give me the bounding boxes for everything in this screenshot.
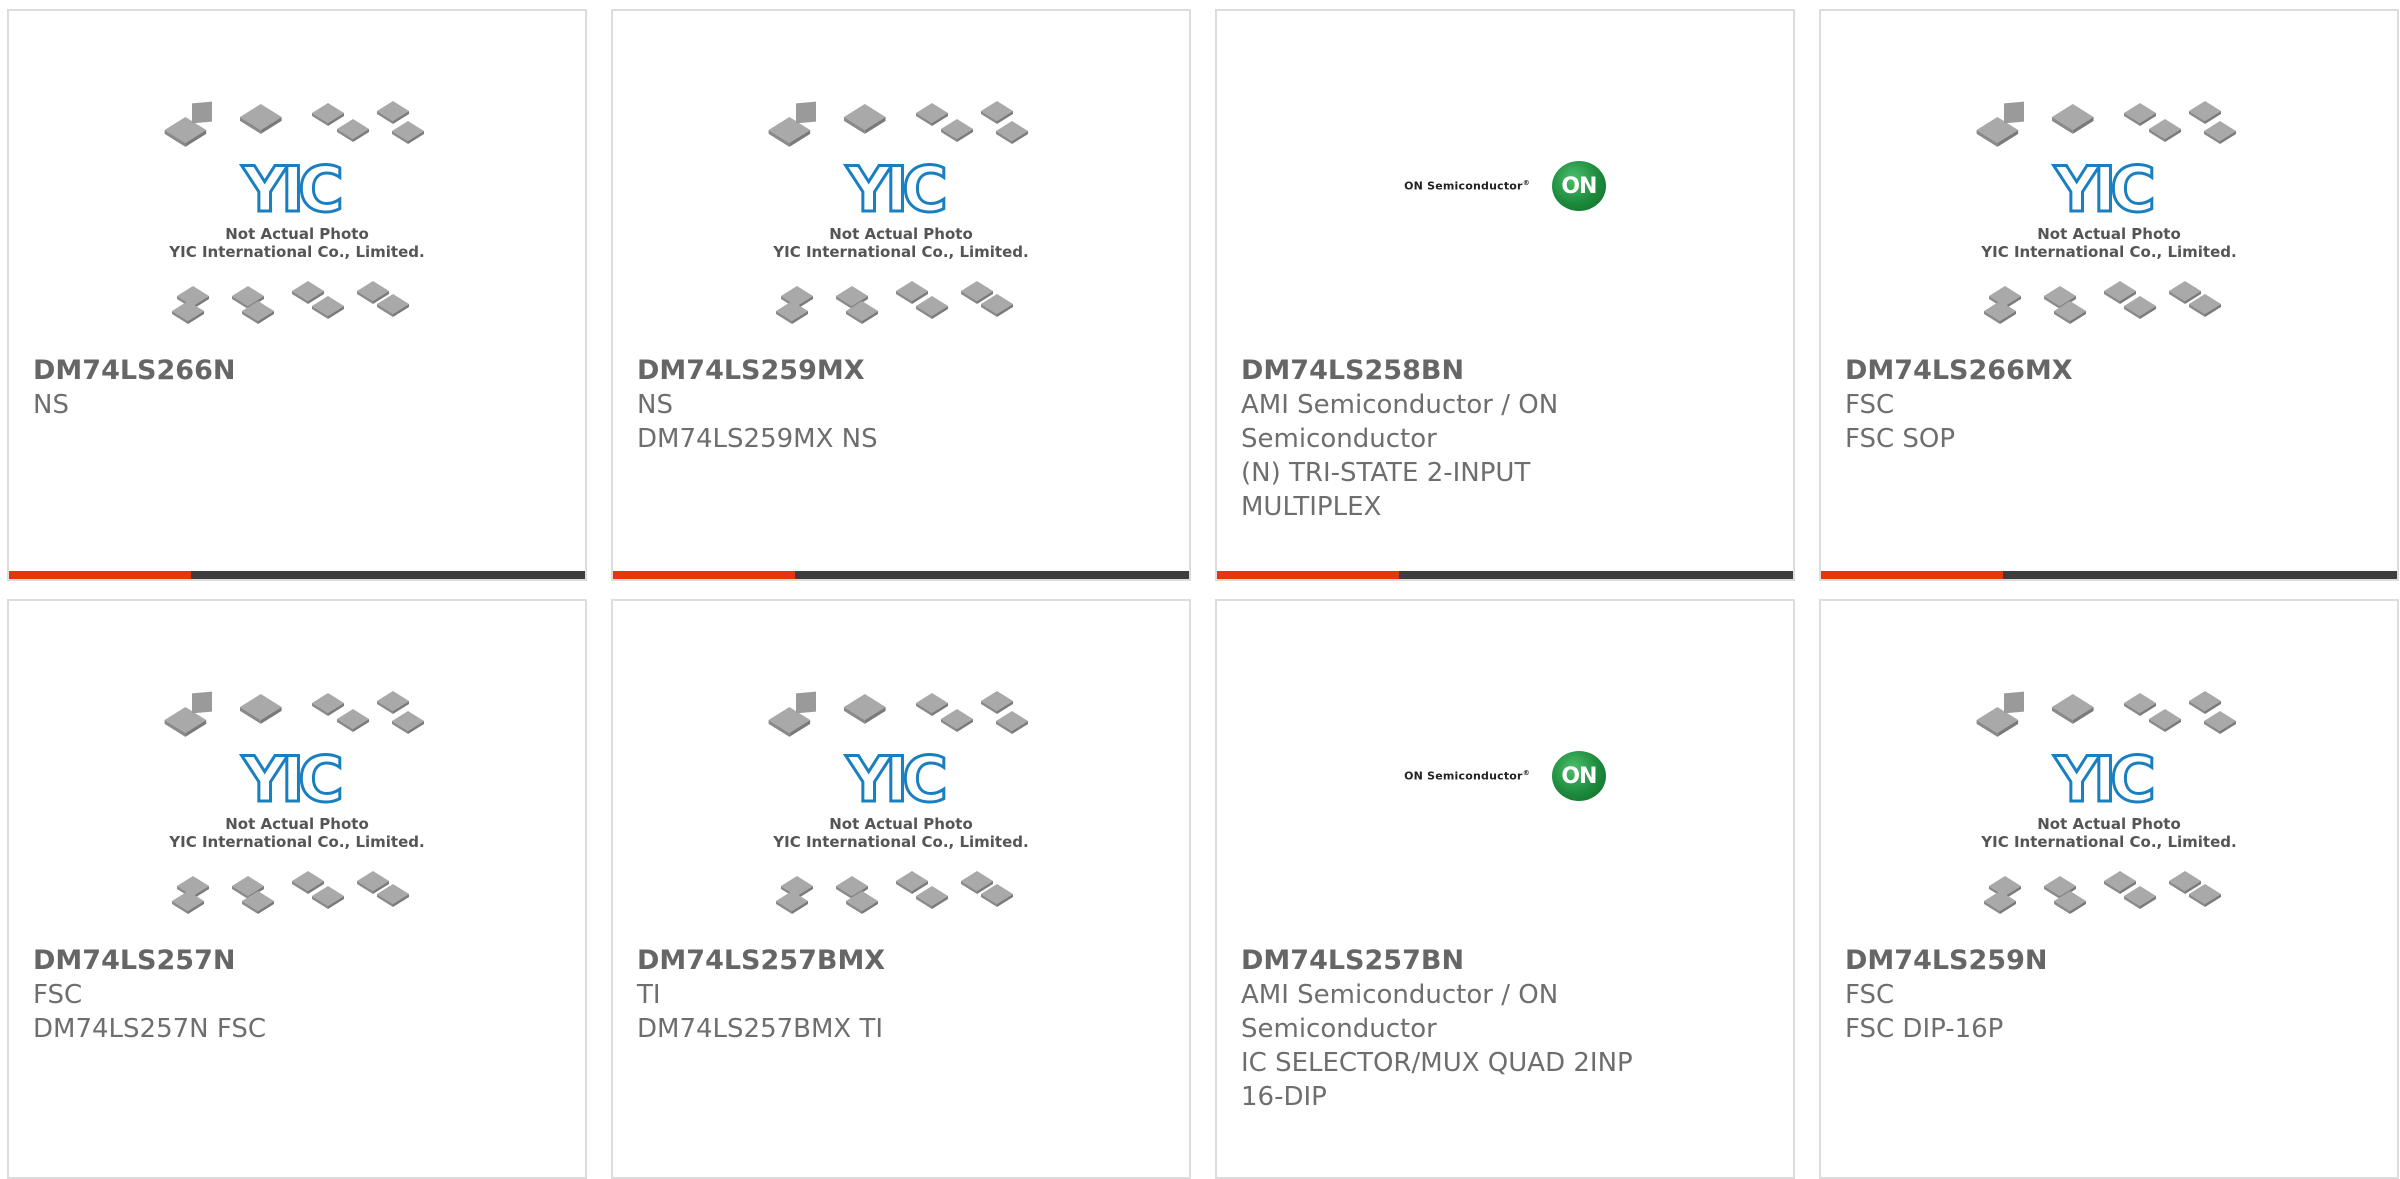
product-card[interactable]: YIC Not Actual Photo YIC International C… bbox=[1819, 599, 2399, 1179]
svg-text:Not Actual Photo: Not Actual Photo bbox=[225, 225, 369, 243]
part-number[interactable]: DM74LS257BN bbox=[1241, 944, 1773, 978]
product-image: YIC Not Actual Photo YIC International C… bbox=[9, 681, 585, 951]
product-info: DM74LS259MX NS DM74LS259MX NS bbox=[637, 354, 1169, 456]
part-number[interactable]: DM74LS257N bbox=[33, 944, 565, 978]
on-badge-icon: ON bbox=[1551, 161, 1606, 211]
svg-text:YIC International Co., Limited: YIC International Co., Limited. bbox=[1980, 243, 2236, 261]
svg-text:Not Actual Photo: Not Actual Photo bbox=[829, 225, 973, 243]
yic-placeholder-image: YIC Not Actual Photo YIC International C… bbox=[164, 691, 425, 914]
manufacturer: NS bbox=[637, 390, 673, 420]
product-card[interactable]: ON Semiconductor® ON DM74LS257BN AMI Sem… bbox=[1215, 599, 1795, 1179]
description: FSC DIP-16P bbox=[1845, 1014, 2004, 1044]
description: FSC SOP bbox=[1845, 424, 1956, 454]
product-card[interactable]: YIC Not Actual Photo YIC International C… bbox=[1819, 9, 2399, 581]
description: DM74LS259MX NS bbox=[637, 424, 878, 454]
manufacturer: FSC bbox=[33, 980, 83, 1010]
card-accent-bar bbox=[1821, 571, 2397, 579]
part-number[interactable]: DM74LS257BMX bbox=[637, 944, 1169, 978]
product-image: YIC Not Actual Photo YIC International C… bbox=[613, 91, 1189, 361]
manufacturer: FSC bbox=[1845, 390, 1895, 420]
product-info: DM74LS257BMX TI DM74LS257BMX TI bbox=[637, 944, 1169, 1046]
product-image: ON Semiconductor® ON bbox=[1217, 91, 1793, 361]
card-accent-bar bbox=[613, 571, 1189, 579]
svg-text:Not Actual Photo: Not Actual Photo bbox=[2037, 225, 2181, 243]
yic-logo-icon: YIC bbox=[2053, 743, 2152, 816]
manufacturer: AMI Semiconductor / ON Semiconductor bbox=[1241, 390, 1559, 454]
description: DM74LS257BMX TI bbox=[637, 1014, 884, 1044]
on-semiconductor-logo: ON Semiconductor® ON bbox=[1404, 161, 1606, 211]
product-card[interactable]: ON Semiconductor® ON DM74LS258BN AMI Sem… bbox=[1215, 9, 1795, 581]
description: (N) TRI-STATE 2-INPUT MULTIPLEX bbox=[1241, 458, 1531, 522]
yic-placeholder-image: YIC Not Actual Photo YIC International C… bbox=[1976, 691, 2237, 914]
product-card[interactable]: YIC Not Actual Photo YIC International C… bbox=[611, 9, 1191, 581]
svg-text:Not Actual Photo: Not Actual Photo bbox=[829, 815, 973, 833]
product-info: DM74LS257BN AMI Semiconductor / ON Semic… bbox=[1241, 944, 1773, 1114]
manufacturer: FSC bbox=[1845, 980, 1895, 1010]
svg-text:YIC International Co., Limited: YIC International Co., Limited. bbox=[772, 833, 1028, 851]
yic-placeholder-image: YIC Not Actual Photo YIC International C… bbox=[164, 101, 425, 324]
on-semiconductor-wordmark: ON Semiconductor® bbox=[1404, 179, 1530, 193]
part-number[interactable]: DM74LS259MX bbox=[637, 354, 1169, 388]
part-number[interactable]: DM74LS258BN bbox=[1241, 354, 1773, 388]
on-semiconductor-wordmark: ON Semiconductor® bbox=[1404, 769, 1530, 783]
manufacturer: AMI Semiconductor / ON Semiconductor bbox=[1241, 980, 1559, 1044]
part-number[interactable]: DM74LS266N bbox=[33, 354, 565, 388]
product-image: YIC Not Actual Photo YIC International C… bbox=[613, 681, 1189, 951]
yic-logo-icon: YIC bbox=[241, 743, 340, 816]
product-image: ON Semiconductor® ON bbox=[1217, 681, 1793, 951]
product-image: YIC Not Actual Photo YIC International C… bbox=[9, 91, 585, 361]
yic-logo-icon: YIC bbox=[2053, 153, 2152, 226]
svg-text:YIC International Co., Limited: YIC International Co., Limited. bbox=[772, 243, 1028, 261]
product-card[interactable]: YIC Not Actual Photo YIC International C… bbox=[7, 9, 587, 581]
svg-text:Not Actual Photo: Not Actual Photo bbox=[2037, 815, 2181, 833]
description: IC SELECTOR/MUX QUAD 2INP 16-DIP bbox=[1241, 1048, 1633, 1112]
yic-placeholder-image: YIC Not Actual Photo YIC International C… bbox=[768, 101, 1029, 324]
svg-text:Not Actual Photo: Not Actual Photo bbox=[225, 815, 369, 833]
part-number[interactable]: DM74LS259N bbox=[1845, 944, 2377, 978]
on-semiconductor-logo: ON Semiconductor® ON bbox=[1404, 751, 1606, 801]
product-info: DM74LS259N FSC FSC DIP-16P bbox=[1845, 944, 2377, 1046]
product-image: YIC Not Actual Photo YIC International C… bbox=[1821, 91, 2397, 361]
part-number[interactable]: DM74LS266MX bbox=[1845, 354, 2377, 388]
product-info: DM74LS266MX FSC FSC SOP bbox=[1845, 354, 2377, 456]
yic-logo-icon: YIC bbox=[845, 743, 944, 816]
manufacturer: TI bbox=[637, 980, 661, 1010]
on-badge-icon: ON bbox=[1551, 751, 1606, 801]
product-card[interactable]: YIC Not Actual Photo YIC International C… bbox=[611, 599, 1191, 1179]
product-info: DM74LS266N NS bbox=[33, 354, 565, 422]
card-accent-bar bbox=[1217, 571, 1793, 579]
svg-text:YIC International Co., Limited: YIC International Co., Limited. bbox=[168, 833, 424, 851]
yic-placeholder-image: YIC Not Actual Photo YIC International C… bbox=[768, 691, 1029, 914]
svg-text:YIC International Co., Limited: YIC International Co., Limited. bbox=[168, 243, 424, 261]
description: DM74LS257N FSC bbox=[33, 1014, 267, 1044]
svg-text:YIC International Co., Limited: YIC International Co., Limited. bbox=[1980, 833, 2236, 851]
manufacturer: NS bbox=[33, 390, 69, 420]
yic-placeholder-image: YIC Not Actual Photo YIC International C… bbox=[1976, 101, 2237, 324]
card-accent-bar bbox=[9, 571, 585, 579]
yic-logo-icon: YIC bbox=[241, 153, 340, 226]
product-info: DM74LS258BN AMI Semiconductor / ON Semic… bbox=[1241, 354, 1773, 524]
product-image: YIC Not Actual Photo YIC International C… bbox=[1821, 681, 2397, 951]
product-info: DM74LS257N FSC DM74LS257N FSC bbox=[33, 944, 565, 1046]
product-card[interactable]: YIC Not Actual Photo YIC International C… bbox=[7, 599, 587, 1179]
yic-logo-icon: YIC bbox=[845, 153, 944, 226]
